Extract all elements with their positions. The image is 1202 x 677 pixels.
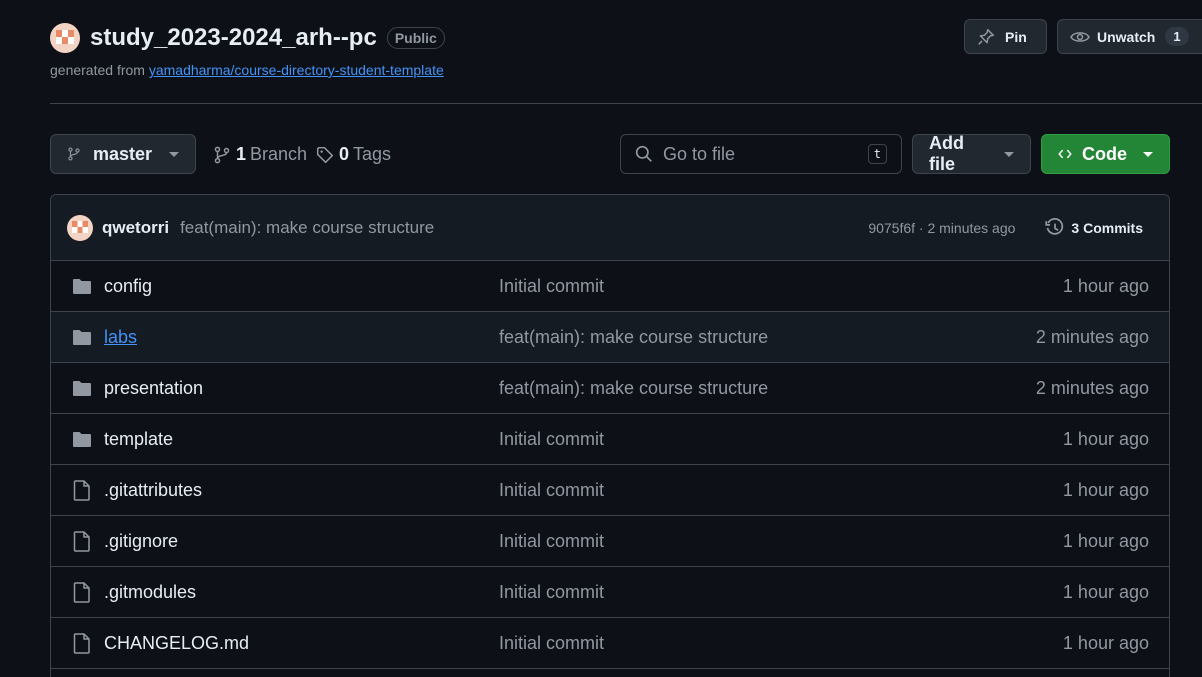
repo-page: study_2023-2024_arh--pc Public generated… xyxy=(0,0,1202,677)
file-commit-message[interactable]: feat(main): make course structure xyxy=(499,327,1036,348)
file-row[interactable]: presentation feat(main): make course str… xyxy=(51,363,1169,414)
file-row[interactable]: .gitattributes Initial commit 1 hour ago xyxy=(51,465,1169,516)
tag-label: Tags xyxy=(353,144,392,164)
unwatch-label: Unwatch xyxy=(1097,28,1156,45)
file-row[interactable]: CHANGELOG.md Initial commit 1 hour ago xyxy=(51,618,1169,669)
file-age: 1 hour ago xyxy=(1062,479,1149,500)
file-name[interactable]: CHANGELOG.md xyxy=(104,633,499,654)
file-age: 2 minutes ago xyxy=(1035,326,1149,347)
generated-from-note: generated from yamadharma/course-directo… xyxy=(50,62,444,78)
search-placeholder: Go to file xyxy=(663,143,736,164)
file-age: 2 minutes ago xyxy=(1035,377,1149,398)
chevron-down-icon xyxy=(1004,151,1014,157)
file-age: 1 hour ago xyxy=(1062,632,1149,653)
file-commit-message[interactable]: Initial commit xyxy=(499,531,1063,552)
commits-count-label: 3 Commits xyxy=(1071,219,1143,236)
generated-from-label: generated from xyxy=(50,62,145,78)
commit-message[interactable]: feat(main): make course structure xyxy=(180,218,868,238)
code-label: Code xyxy=(1082,143,1127,164)
file-age: 1 hour ago xyxy=(1062,581,1149,602)
repo-header: study_2023-2024_arh--pc Public xyxy=(50,23,445,53)
file-commit-message[interactable]: Initial commit xyxy=(499,582,1063,603)
file-age: 1 hour ago xyxy=(1062,530,1149,551)
file-row[interactable]: .gitmodules Initial commit 1 hour ago xyxy=(51,567,1169,618)
go-to-file-search[interactable]: Go to file t xyxy=(620,134,902,174)
commit-author[interactable]: qwetorri xyxy=(102,218,169,238)
file-name[interactable]: labs xyxy=(104,327,499,348)
file-table: qwetorri feat(main): make course structu… xyxy=(50,194,1170,677)
chevron-down-icon xyxy=(1143,151,1153,157)
git-branch-icon xyxy=(68,147,80,161)
file-name[interactable]: template xyxy=(104,429,499,450)
watch-count: 1 xyxy=(1165,27,1189,46)
commits-history-link[interactable]: 3 Commits xyxy=(1035,217,1153,238)
pin-button[interactable]: Pin xyxy=(964,19,1047,54)
file-commit-message[interactable]: Initial commit xyxy=(499,633,1063,654)
branch-label: Branch xyxy=(250,144,308,164)
file-age: 1 hour ago xyxy=(1062,275,1149,296)
file-age: 1 hour ago xyxy=(1062,428,1149,449)
file-name[interactable]: .gitmodules xyxy=(104,582,499,603)
folder-icon xyxy=(71,428,93,450)
tag-icon xyxy=(316,146,334,163)
file-row[interactable]: config Initial commit 1 hour ago xyxy=(51,261,1169,312)
folder-icon xyxy=(71,326,93,348)
pin-label: Pin xyxy=(1005,28,1027,45)
search-shortcut-key: t xyxy=(867,144,887,164)
git-branch-icon xyxy=(214,146,230,163)
template-repo-link[interactable]: yamadharma/course-directory-student-temp… xyxy=(149,62,444,78)
pin-icon xyxy=(978,28,995,45)
latest-commit-bar: qwetorri feat(main): make course structu… xyxy=(51,195,1169,261)
header-divider xyxy=(50,103,1202,104)
unwatch-button[interactable]: Unwatch 1 xyxy=(1057,19,1202,54)
file-name[interactable]: .gitignore xyxy=(104,531,499,552)
tag-count: 0 xyxy=(339,144,350,164)
history-icon xyxy=(1045,217,1064,235)
branch-name: master xyxy=(92,143,152,164)
author-avatar[interactable] xyxy=(67,214,93,241)
visibility-badge: Public xyxy=(386,27,445,49)
branch-count: 1 xyxy=(236,144,247,164)
file-icon xyxy=(71,632,93,654)
chevron-down-icon xyxy=(169,151,179,157)
folder-icon xyxy=(71,275,93,297)
file-name[interactable]: presentation xyxy=(104,378,499,399)
file-row[interactable]: template Initial commit 1 hour ago xyxy=(51,414,1169,465)
file-commit-message[interactable]: Initial commit xyxy=(499,429,1063,450)
eye-icon xyxy=(1070,31,1090,42)
folder-icon xyxy=(71,377,93,399)
search-icon xyxy=(635,145,652,162)
file-name[interactable]: .gitattributes xyxy=(104,480,499,501)
file-row[interactable]: .gitignore Initial commit 1 hour ago xyxy=(51,516,1169,567)
file-row[interactable]: labs feat(main): make course structure 2… xyxy=(51,312,1169,363)
file-name[interactable]: config xyxy=(104,276,499,297)
file-commit-message[interactable]: feat(main): make course structure xyxy=(499,378,1036,399)
branches-link[interactable]: 1 Branch xyxy=(213,144,307,165)
repo-title[interactable]: study_2023-2024_arh--pc xyxy=(90,24,377,52)
code-icon xyxy=(1058,149,1072,159)
commit-hash-time[interactable]: 9075f6f · 2 minutes ago xyxy=(868,220,1015,236)
branch-selector[interactable]: master xyxy=(50,134,196,174)
file-icon xyxy=(71,530,93,552)
tags-link[interactable]: 0 Tags xyxy=(316,144,391,165)
add-file-button[interactable]: Add file xyxy=(912,133,1031,174)
file-icon xyxy=(71,581,93,603)
code-button[interactable]: Code xyxy=(1041,134,1170,174)
file-commit-message[interactable]: Initial commit xyxy=(499,276,1063,297)
file-icon xyxy=(71,479,93,501)
add-file-label: Add file xyxy=(929,133,964,174)
file-commit-message[interactable]: Initial commit xyxy=(499,480,1063,501)
owner-avatar[interactable] xyxy=(50,23,80,53)
